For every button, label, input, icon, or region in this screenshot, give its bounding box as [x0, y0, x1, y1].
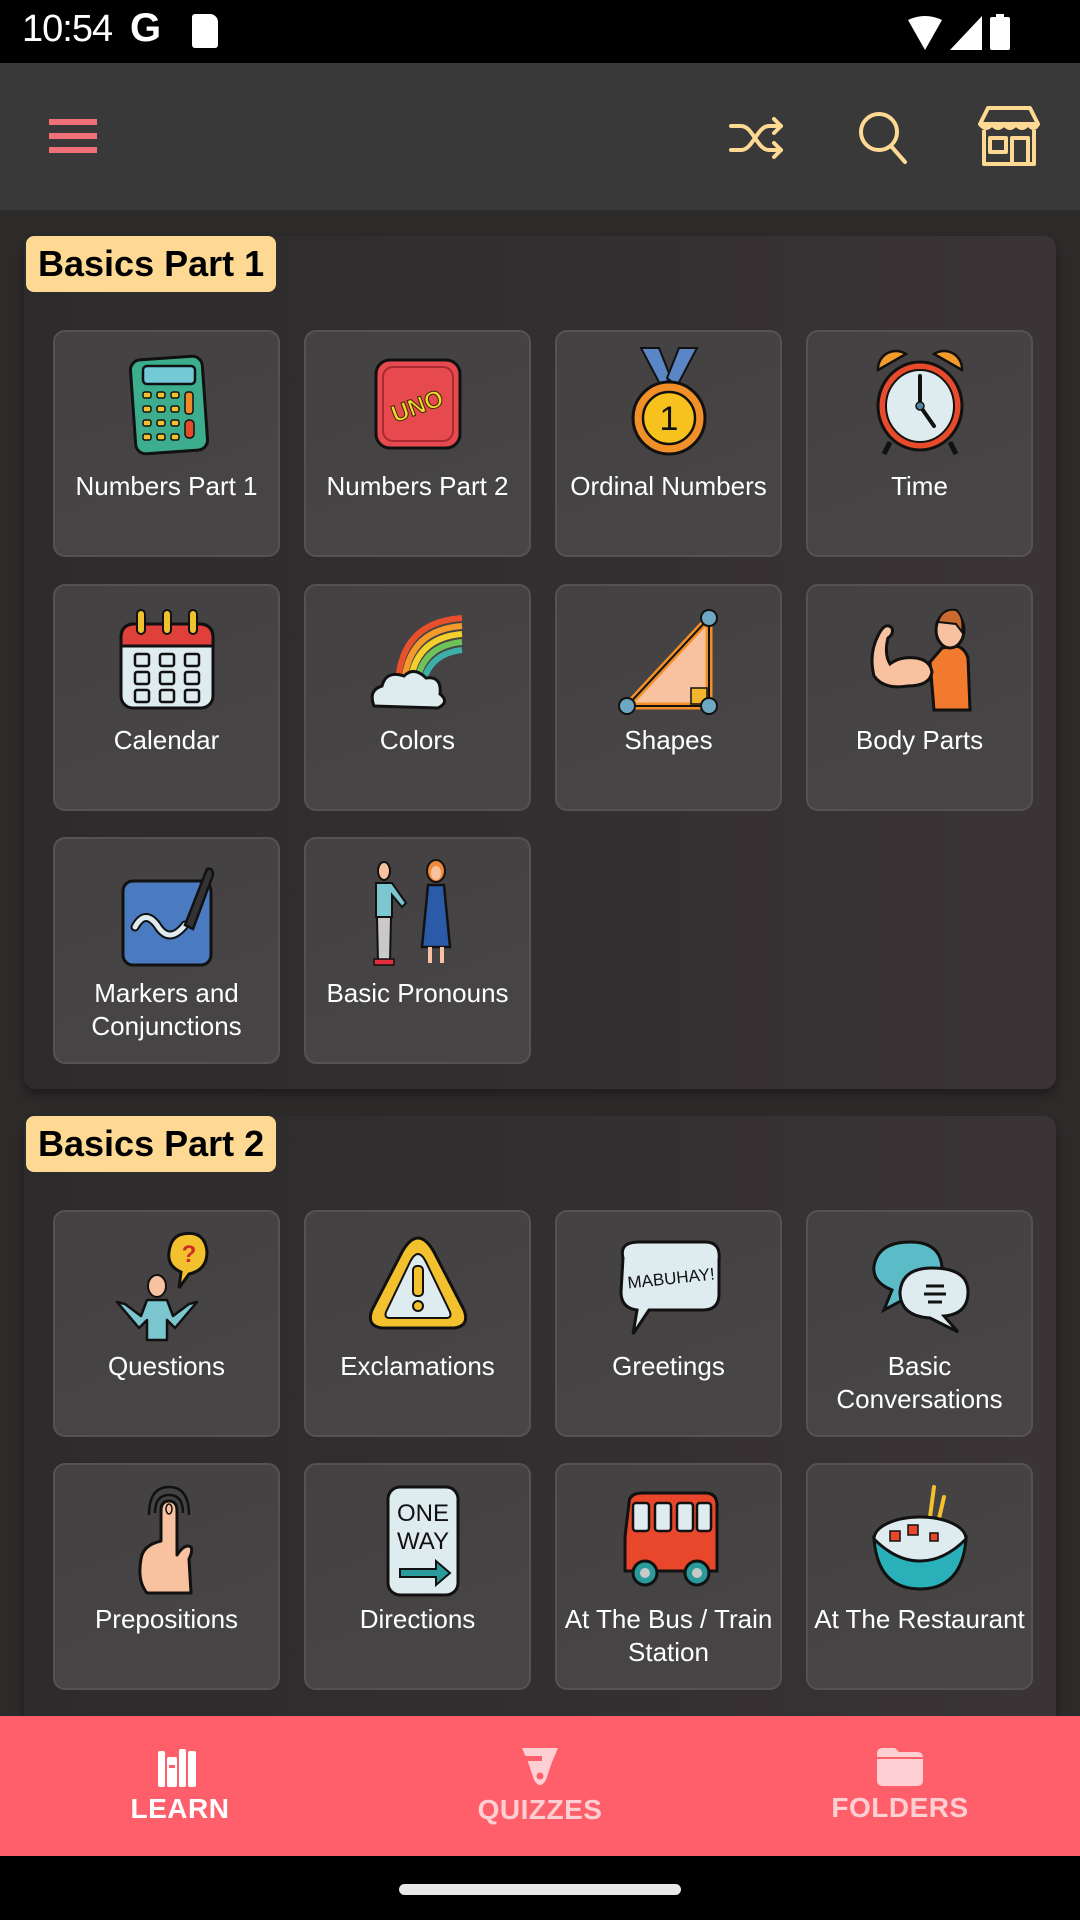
shuffle-button[interactable]	[722, 103, 792, 173]
tile-label: Calendar	[113, 725, 220, 755]
nav-label: FOLDERS	[831, 1792, 969, 1823]
sd-card-icon	[192, 14, 218, 48]
section-basics-part-1: Basics Part 1 Numbers Part 1 UNO Numbers…	[24, 236, 1056, 1089]
tile-basic-pronouns[interactable]: Basic Pronouns	[304, 837, 531, 1064]
rainbow-icon	[370, 615, 462, 710]
home-gesture-handle[interactable]	[399, 1884, 681, 1895]
nav-label: LEARN	[130, 1793, 230, 1824]
tile-label: Numbers Part 2	[326, 471, 509, 501]
tile-colors[interactable]: Colors	[304, 584, 531, 811]
tile-prepositions[interactable]: Prepositions	[53, 1463, 280, 1690]
warning-sign-icon	[368, 1236, 467, 1330]
google-g-icon: G	[130, 6, 162, 50]
tile-numbers-part-1[interactable]: Numbers Part 1	[53, 330, 280, 557]
signal-icon	[950, 16, 982, 50]
calendar-icon	[119, 609, 214, 710]
tile-label: Exclamations	[340, 1351, 495, 1381]
tile-label: Time	[891, 471, 948, 501]
medal-icon: 1	[631, 347, 706, 456]
tile-body-parts[interactable]: Body Parts	[806, 584, 1033, 811]
battery-icon	[990, 14, 1010, 50]
tile-label: Markers and Conjunctions	[91, 978, 242, 1041]
tile-time[interactable]: Time	[806, 330, 1033, 557]
calculator-icon	[128, 354, 209, 456]
tile-label: Body Parts	[855, 725, 984, 755]
tile-label: Questions	[107, 1351, 226, 1381]
tile-exclamations[interactable]: Exclamations	[304, 1210, 531, 1437]
tile-label: Greetings	[612, 1351, 725, 1381]
store-icon	[978, 106, 1040, 166]
tile-label: Prepositions	[94, 1604, 239, 1634]
tile-label: At The Restaurant	[814, 1604, 1025, 1634]
tile-label: Colors	[379, 725, 456, 755]
bottom-navigation: LEARN QUIZZES FOLDERS	[0, 1716, 1080, 1856]
nav-folders[interactable]: FOLDERS	[720, 1716, 1080, 1856]
hamburger-menu-icon	[49, 119, 97, 153]
one-way-sign-icon: ONE WAY	[386, 1485, 459, 1597]
svg-text:?: ?	[181, 1241, 196, 1268]
tile-label: At The Bus / Train Station	[564, 1604, 773, 1667]
section-title: Basics Part 1	[26, 236, 277, 292]
nav-label: QUIZZES	[477, 1794, 603, 1825]
tile-at-the-bus-train-station[interactable]: At The Bus / Train Station	[555, 1463, 782, 1690]
two-people-icon	[372, 859, 451, 966]
svg-text:ONE: ONE	[396, 1500, 448, 1527]
system-gesture-bar	[0, 1856, 1080, 1920]
tile-label: Basic Conversations	[836, 1351, 1003, 1414]
wifi-icon	[908, 16, 942, 50]
search-button[interactable]	[848, 103, 918, 173]
tile-shapes[interactable]: Shapes	[555, 584, 782, 811]
tile-questions[interactable]: ? Questions	[53, 1210, 280, 1437]
menu-button[interactable]	[40, 103, 106, 169]
chat-bubbles-icon	[871, 1240, 970, 1334]
status-bar: 10:54 G	[0, 0, 1080, 63]
section-title: Basics Part 2	[26, 1116, 277, 1172]
section-basics-part-2: Basics Part 2 ? Questions Exclamations M…	[24, 1116, 1056, 1716]
status-time: 10:54	[22, 8, 113, 50]
tile-ordinal-numbers[interactable]: 1 Ordinal Numbers	[555, 330, 782, 557]
speech-bubble-icon: MABUHAY!	[618, 1240, 721, 1335]
tile-label: Ordinal Numbers	[570, 471, 767, 501]
nav-learn[interactable]: LEARN	[0, 1716, 360, 1856]
tile-label: Shapes	[624, 725, 713, 755]
alarm-clock-icon	[876, 349, 963, 456]
marker-board-icon	[121, 867, 214, 967]
tile-at-the-restaurant[interactable]: At The Restaurant	[806, 1463, 1033, 1690]
tile-directions[interactable]: ONE WAY Directions	[304, 1463, 531, 1690]
shuffle-icon	[729, 117, 783, 159]
triangle-shape-icon	[617, 609, 718, 715]
svg-text:WAY: WAY	[397, 1528, 449, 1555]
uno-card-icon: UNO	[374, 358, 461, 450]
tile-calendar[interactable]: Calendar	[53, 584, 280, 811]
pointing-finger-icon	[137, 1485, 193, 1595]
svg-text:1: 1	[659, 400, 678, 438]
tile-label: Directions	[359, 1604, 476, 1634]
books-icon	[158, 1749, 196, 1787]
tile-greetings[interactable]: MABUHAY! Greetings	[555, 1210, 782, 1437]
topic-list[interactable]: Basics Part 1 Numbers Part 1 UNO Numbers…	[0, 210, 1080, 1716]
app-bar	[0, 63, 1080, 210]
tile-label: Basic Pronouns	[326, 978, 509, 1008]
quiz-icon	[522, 1748, 558, 1785]
tile-markers-and-conjunctions[interactable]: Markers and Conjunctions	[53, 837, 280, 1064]
store-button[interactable]	[972, 99, 1046, 173]
tile-label: Numbers Part 1	[75, 471, 258, 501]
bus-icon	[623, 1491, 718, 1587]
search-icon	[859, 112, 907, 164]
nav-quizzes[interactable]: QUIZZES	[360, 1716, 720, 1856]
noodle-bowl-icon	[871, 1485, 968, 1591]
folder-icon	[877, 1748, 923, 1786]
tile-basic-conversations[interactable]: Basic Conversations	[806, 1210, 1033, 1437]
tile-numbers-part-2[interactable]: UNO Numbers Part 2	[304, 330, 531, 557]
flexing-arm-icon	[870, 608, 972, 712]
question-person-icon: ?	[115, 1231, 209, 1342]
